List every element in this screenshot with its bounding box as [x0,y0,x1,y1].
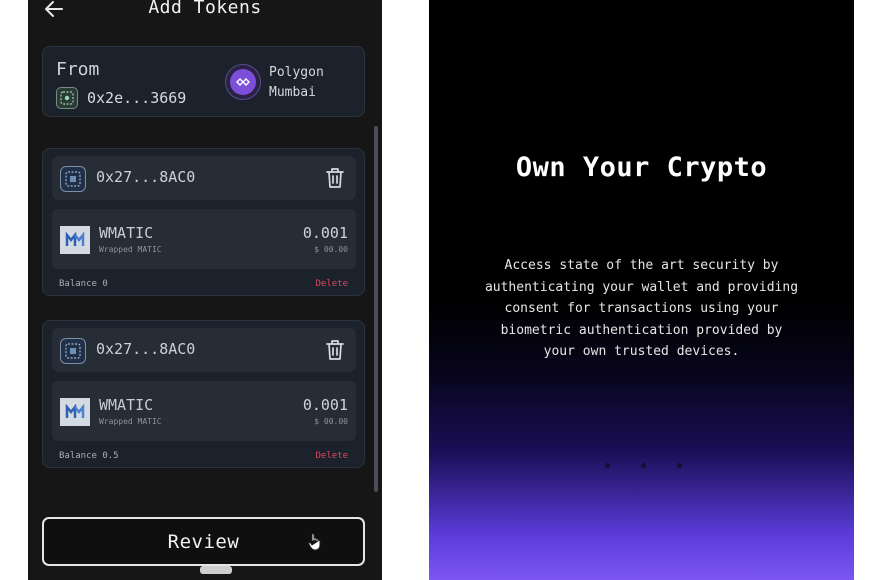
token-value: $ 00.00 [314,417,348,426]
contract-address: 0x27...8AC0 [96,340,196,358]
from-label: From [56,59,100,80]
trash-icon[interactable] [324,166,346,190]
onboarding-screen: Own Your Crypto Access state of the art … [429,0,854,580]
token-symbol: WMATIC [99,396,154,414]
from-address: 0x2e...3669 [87,89,187,107]
hand-cursor-icon [308,533,321,551]
from-card: From 0x2e...3669 Polygon Mumbai [42,46,365,117]
page-title: Add Tokens [148,0,262,18]
page-dot[interactable] [605,463,610,468]
trash-icon[interactable] [324,338,346,362]
hero-description: Access state of the art security by auth… [484,258,799,359]
page-dot[interactable] [641,463,646,468]
delete-link[interactable]: Delete [315,451,348,461]
token-card: 0x27...8AC0 WMATIC Wrapped MATIC 0.001 $… [42,320,365,468]
review-button[interactable]: Review [42,517,365,566]
token-row[interactable]: WMATIC Wrapped MATIC 0.001 $ 00.00 [52,209,356,269]
token-card: 0x27...8AC0 WMATIC Wrapped MATIC 0.001 $… [42,148,365,296]
token-row[interactable]: WMATIC Wrapped MATIC 0.001 $ 00.00 [52,381,356,441]
token-name: Wrapped MATIC [99,245,162,254]
polygon-icon [225,64,261,100]
token-balance: Balance 0.5 [59,451,119,461]
contract-row: 0x27...8AC0 [52,156,356,200]
contract-row: 0x27...8AC0 [52,328,356,372]
bottom-handle [200,566,232,574]
review-button-label: Review [167,530,240,553]
token-amount: 0.001 [302,396,348,414]
token-name: Wrapped MATIC [99,417,162,426]
scrollbar[interactable] [374,126,378,492]
wmatic-logo-icon [60,398,90,426]
contract-address: 0x27...8AC0 [96,168,196,186]
network-name[interactable]: Polygon Mumbai [269,63,324,103]
hero-title: Own Your Crypto [515,152,768,183]
pagination-dots [605,463,685,469]
token-value: $ 00.00 [314,245,348,254]
add-tokens-screen: Add Tokens From 0x2e...3669 Polygon Mumb… [28,0,382,580]
token-amount: 0.001 [302,224,348,242]
from-address-row: 0x2e...3669 [56,87,186,109]
wmatic-logo-icon [60,226,90,254]
token-balance: Balance 0 [59,279,108,289]
contract-icon [60,338,86,364]
page-dot[interactable] [677,463,682,468]
wallet-icon [56,87,78,109]
header-bar: Add Tokens [28,0,382,22]
network-name-line1: Polygon [269,65,324,80]
token-symbol: WMATIC [99,224,154,242]
network-name-line2: Mumbai [269,85,316,100]
delete-link[interactable]: Delete [315,279,348,289]
contract-icon [60,166,86,192]
